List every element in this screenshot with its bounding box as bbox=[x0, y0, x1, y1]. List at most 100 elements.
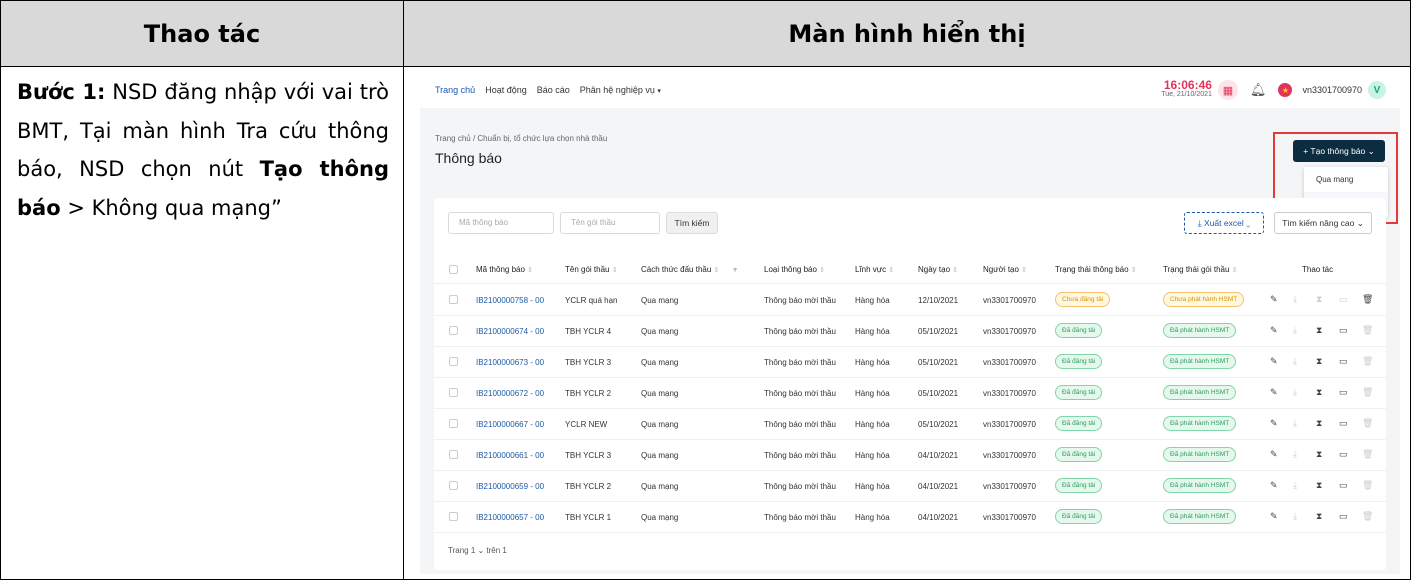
package-status-badge: Đã phát hành HSMT bbox=[1163, 447, 1237, 462]
table-row[interactable]: IB2100000758 - 00 YCLR quá hạn Qua mạng Thô… bbox=[434, 285, 1386, 316]
table-row[interactable]: IB2100000667 - 00 YCLR NEW Qua mạng Thông b… bbox=[434, 409, 1386, 440]
download-icon[interactable]: ⤓ bbox=[1293, 356, 1297, 367]
download-icon[interactable]: ⤓ bbox=[1293, 294, 1297, 305]
calendar-icon[interactable]: ▦ bbox=[1217, 80, 1238, 100]
edit-icon[interactable]: ✎ bbox=[1270, 480, 1278, 491]
card-icon[interactable]: ▭ bbox=[1339, 387, 1348, 398]
bell-icon[interactable]: 🔔︎ bbox=[1250, 82, 1267, 98]
col-date[interactable]: Ngày tạo ⇕ bbox=[918, 265, 958, 274]
hourglass-icon[interactable]: ⧗ bbox=[1316, 449, 1322, 460]
package-name: TBH YCLR 2 bbox=[565, 482, 612, 491]
edit-icon[interactable]: ✎ bbox=[1270, 418, 1278, 429]
notice-code-link[interactable]: IB2100000672 - 00 bbox=[476, 389, 544, 398]
table-row[interactable]: IB2100000659 - 00 TBH YCLR 2 Qua mạng Thông… bbox=[434, 471, 1386, 502]
search-button[interactable]: Tìm kiếm bbox=[666, 212, 718, 234]
status-badge: Đã đăng tải bbox=[1055, 323, 1103, 338]
search-code-input[interactable]: Mã thông báo bbox=[448, 212, 554, 234]
notice-type: Thông báo mời thầu bbox=[764, 296, 836, 305]
edit-icon[interactable]: ✎ bbox=[1270, 294, 1278, 305]
edit-icon[interactable]: ✎ bbox=[1270, 511, 1278, 522]
trash-icon[interactable]: 🗑︎ bbox=[1362, 294, 1373, 305]
select-all-checkbox[interactable] bbox=[449, 265, 458, 274]
hourglass-icon[interactable]: ⧗ bbox=[1316, 325, 1322, 336]
username[interactable]: vn3301700970 bbox=[1302, 85, 1362, 95]
download-icon[interactable]: ⤓ bbox=[1293, 325, 1297, 336]
col-package-status[interactable]: Trạng thái gói thầu ⇕ bbox=[1163, 265, 1238, 274]
edit-icon[interactable]: ✎ bbox=[1270, 325, 1278, 336]
card-icon[interactable]: ▭ bbox=[1339, 480, 1348, 491]
row-checkbox[interactable] bbox=[449, 481, 458, 490]
nav-home[interactable]: Trang chủ bbox=[435, 85, 475, 95]
table-row[interactable]: IB2100000672 - 00 TBH YCLR 2 Qua mạng Thông… bbox=[434, 378, 1386, 409]
hourglass-icon[interactable]: ⧗ bbox=[1316, 511, 1322, 522]
nav-activity[interactable]: Hoạt động bbox=[485, 85, 527, 95]
notice-code-link[interactable]: IB2100000661 - 00 bbox=[476, 451, 544, 460]
card-icon[interactable]: ▭ bbox=[1339, 418, 1348, 429]
row-checkbox[interactable] bbox=[449, 419, 458, 428]
row-checkbox[interactable] bbox=[449, 326, 458, 335]
card-icon[interactable]: ▭ bbox=[1339, 511, 1348, 522]
row-checkbox[interactable] bbox=[449, 450, 458, 459]
trash-icon[interactable]: 🗑︎ bbox=[1362, 480, 1373, 491]
hourglass-icon[interactable]: ⧗ bbox=[1316, 418, 1322, 429]
avatar[interactable]: V bbox=[1368, 81, 1386, 99]
creator: vn3301700970 bbox=[983, 482, 1036, 491]
trash-icon[interactable]: 🗑︎ bbox=[1362, 449, 1373, 460]
notice-code-link[interactable]: IB2100000659 - 00 bbox=[476, 482, 544, 491]
trash-icon[interactable]: 🗑︎ bbox=[1362, 511, 1373, 522]
edit-icon[interactable]: ✎ bbox=[1270, 449, 1278, 460]
col-type[interactable]: Loại thông báo ⇕ bbox=[764, 265, 825, 274]
trash-icon[interactable]: 🗑︎ bbox=[1362, 356, 1373, 367]
field: Hàng hóa bbox=[855, 451, 890, 460]
table-row[interactable]: IB2100000674 - 00 TBH YCLR 4 Qua mạng Thông… bbox=[434, 316, 1386, 347]
sort-icon: ⇕ bbox=[611, 267, 618, 274]
row-checkbox[interactable] bbox=[449, 388, 458, 397]
notice-code-link[interactable]: IB2100000673 - 00 bbox=[476, 358, 544, 367]
row-checkbox[interactable] bbox=[449, 512, 458, 521]
col-notice-status[interactable]: Trạng thái thông báo ⇕ bbox=[1055, 265, 1137, 274]
card-icon[interactable]: ▭ bbox=[1339, 356, 1348, 367]
download-icon[interactable]: ⤓ bbox=[1293, 449, 1297, 460]
row-checkbox[interactable] bbox=[449, 295, 458, 304]
trash-icon[interactable]: 🗑︎ bbox=[1362, 325, 1373, 336]
col-field[interactable]: Lĩnh vực ⇕ bbox=[855, 265, 894, 274]
col-code[interactable]: Mã thông báo ⇕ bbox=[476, 265, 533, 274]
table-row[interactable]: IB2100000657 - 00 TBH YCLR 1 Qua mạng Thông… bbox=[434, 502, 1386, 533]
edit-icon[interactable]: ✎ bbox=[1270, 356, 1278, 367]
pagination[interactable]: Trang 1 ⌄ trên 1 bbox=[448, 546, 507, 555]
notice-code-link[interactable]: IB2100000758 - 00 bbox=[476, 296, 544, 305]
notice-code-link[interactable]: IB2100000667 - 00 bbox=[476, 420, 544, 429]
nav-business-module[interactable]: Phân hệ nghiệp vụ ▾ bbox=[580, 85, 661, 95]
hourglass-icon[interactable]: ⧗ bbox=[1316, 294, 1322, 305]
edit-icon[interactable]: ✎ bbox=[1270, 387, 1278, 398]
col-package[interactable]: Tên gói thầu ⇕ bbox=[565, 265, 618, 274]
field: Hàng hóa bbox=[855, 296, 890, 305]
hourglass-icon[interactable]: ⧗ bbox=[1316, 387, 1322, 398]
table-row[interactable]: IB2100000661 - 00 TBH YCLR 3 Qua mạng Thông… bbox=[434, 440, 1386, 471]
hourglass-icon[interactable]: ⧗ bbox=[1316, 480, 1322, 491]
advanced-search-button[interactable]: Tìm kiếm nâng cao ⌄ bbox=[1274, 212, 1372, 234]
download-icon[interactable]: ⤓ bbox=[1293, 480, 1297, 491]
search-package-input[interactable]: Tên gói thầu bbox=[560, 212, 660, 234]
hourglass-icon[interactable]: ⧗ bbox=[1316, 356, 1322, 367]
download-icon[interactable]: ⤓ bbox=[1293, 511, 1297, 522]
filter-icon[interactable]: ▼ bbox=[732, 267, 739, 274]
bid-method: Qua mạng bbox=[641, 451, 679, 460]
export-excel-button[interactable]: ⤓ Xuất excel ⌄ bbox=[1184, 212, 1264, 234]
col-creator[interactable]: Người tạo ⇕ bbox=[983, 265, 1027, 274]
download-icon[interactable]: ⤓ bbox=[1293, 418, 1297, 429]
notice-code-link[interactable]: IB2100000674 - 00 bbox=[476, 327, 544, 336]
trash-icon[interactable]: 🗑︎ bbox=[1362, 418, 1373, 429]
notice-type: Thông báo mời thầu bbox=[764, 451, 836, 460]
row-checkbox[interactable] bbox=[449, 357, 458, 366]
card-icon[interactable]: ▭ bbox=[1339, 449, 1348, 460]
nav-report[interactable]: Báo cáo bbox=[537, 85, 570, 95]
trash-icon[interactable]: 🗑︎ bbox=[1362, 387, 1373, 398]
col-method[interactable]: Cách thức đấu thầu ⇕ ▼ bbox=[641, 265, 739, 274]
notice-code-link[interactable]: IB2100000657 - 00 bbox=[476, 513, 544, 522]
card-icon[interactable]: ▭ bbox=[1339, 325, 1348, 336]
card-icon[interactable]: ▭ bbox=[1339, 294, 1348, 305]
table-row[interactable]: IB2100000673 - 00 TBH YCLR 3 Qua mạng Thông… bbox=[434, 347, 1386, 378]
download-icon[interactable]: ⤓ bbox=[1293, 387, 1297, 398]
flag-icon[interactable]: ★ bbox=[1278, 83, 1293, 97]
